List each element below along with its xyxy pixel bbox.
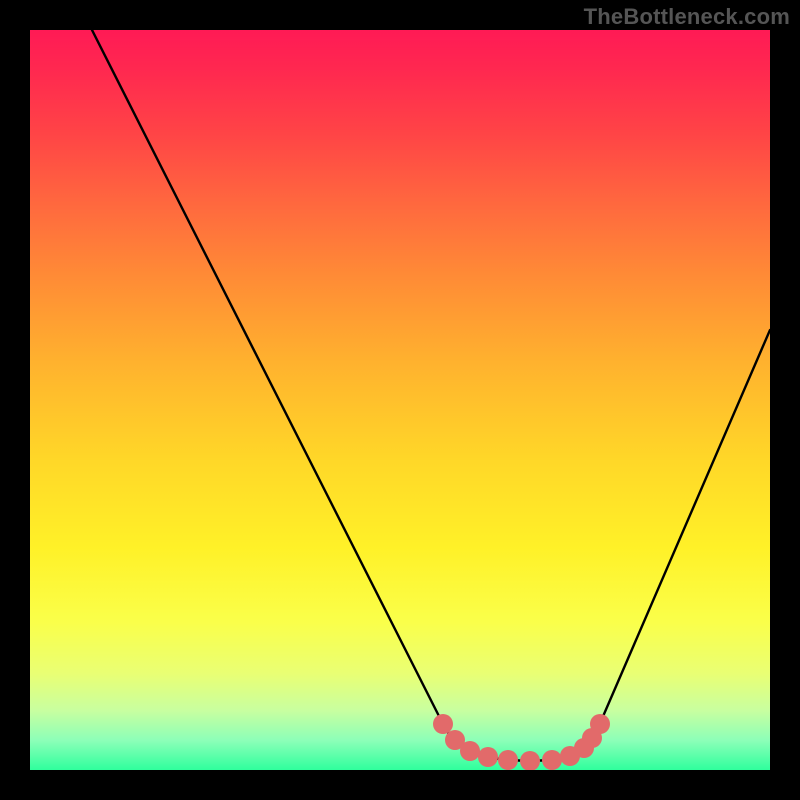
plot-area	[30, 30, 770, 770]
curve-markers	[433, 714, 610, 770]
watermark-text: TheBottleneck.com	[584, 4, 790, 30]
chart-frame: TheBottleneck.com	[0, 0, 800, 800]
marker-dot	[520, 751, 540, 770]
marker-dot	[542, 750, 562, 770]
marker-dot	[433, 714, 453, 734]
bottleneck-curve	[92, 30, 770, 761]
marker-dot	[498, 750, 518, 770]
marker-dot	[478, 747, 498, 767]
curve-layer	[30, 30, 770, 770]
marker-dot	[590, 714, 610, 734]
marker-dot	[460, 741, 480, 761]
